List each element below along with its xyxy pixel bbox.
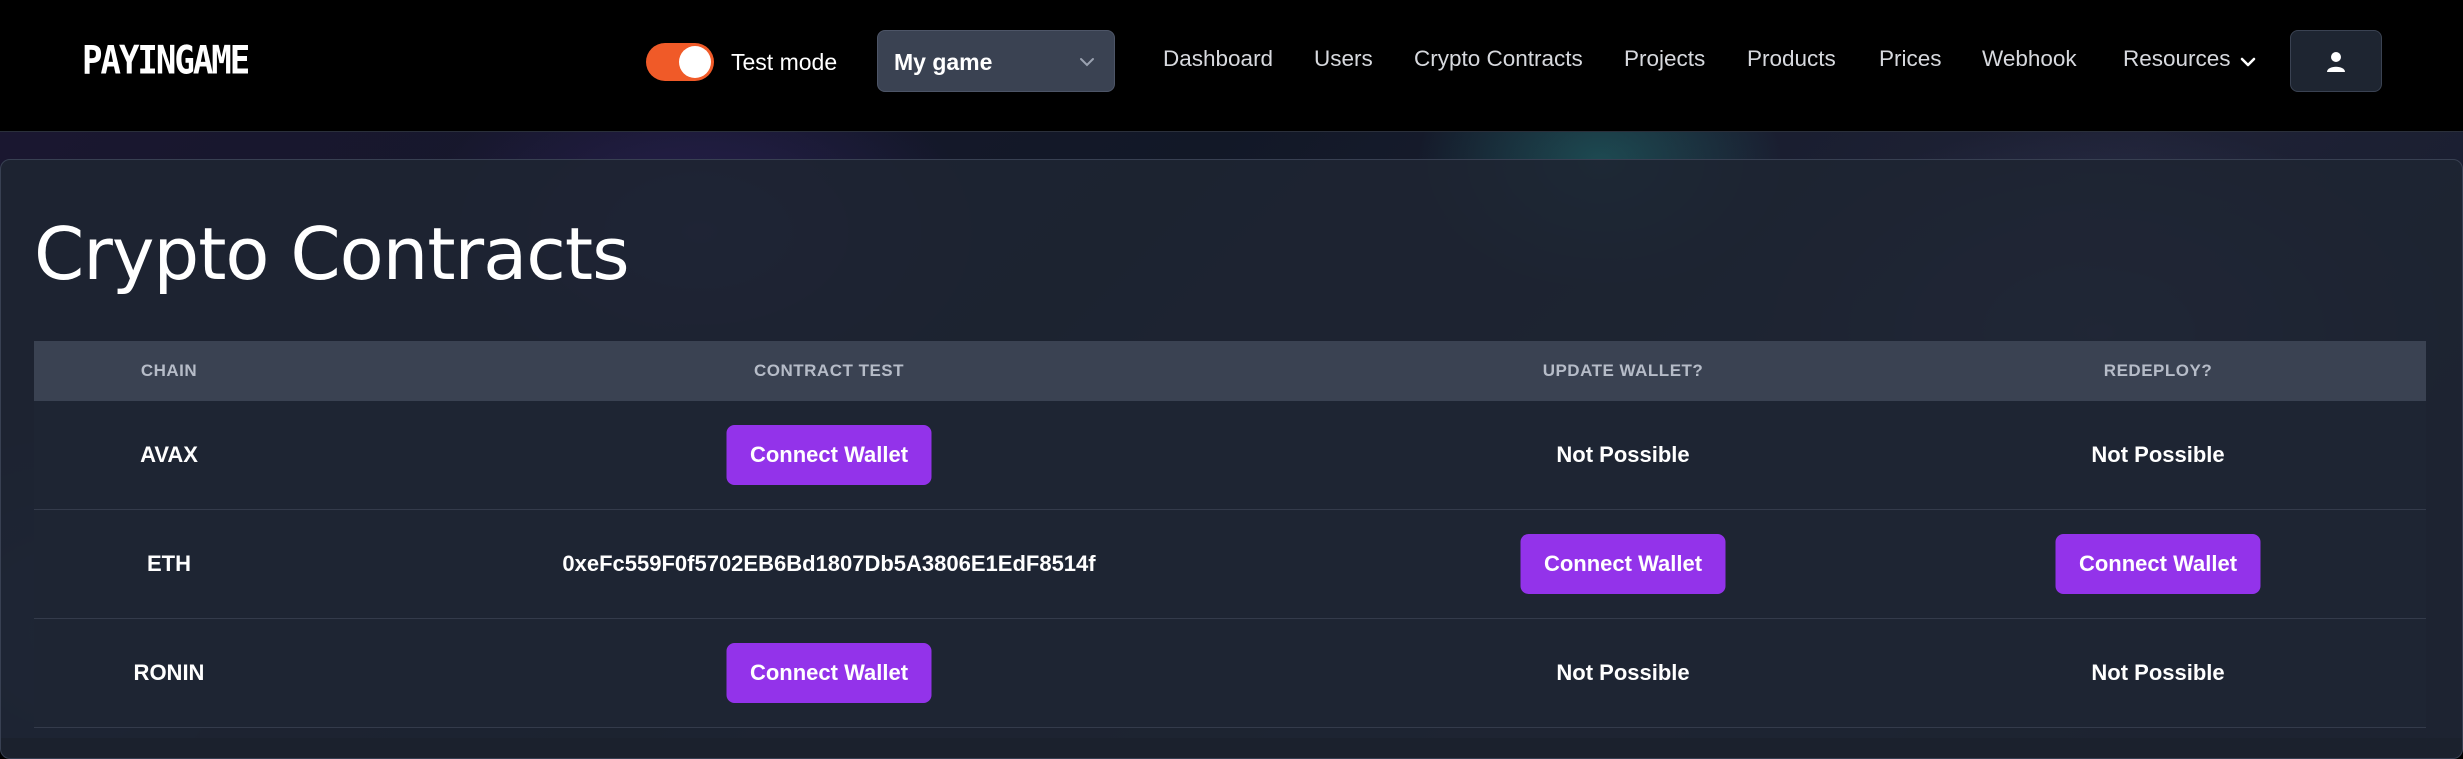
- logo[interactable]: PAYINGAME: [82, 37, 250, 85]
- column-header-chain: CHAIN: [140, 361, 198, 380]
- chain-cell: RONIN: [133, 660, 205, 685]
- table-row: AVAX Connect Wallet Not Possible Not Pos…: [34, 401, 2426, 510]
- table-header: CHAIN CONTRACT TEST UPDATE WALLET? REDEP…: [34, 341, 2426, 401]
- test-mode-label: Test mode: [731, 49, 838, 75]
- test-mode-toggle[interactable]: [646, 43, 714, 81]
- chevron-down-icon: [1080, 58, 1094, 67]
- nav-products[interactable]: Products: [1747, 46, 1836, 72]
- redeploy-status: Not Possible: [2091, 660, 2225, 685]
- nav-prices[interactable]: Prices: [1879, 46, 1942, 72]
- table-row: RONIN Connect Wallet Not Possible Not Po…: [34, 619, 2426, 728]
- contract-address: 0xeFc559F0f5702EB6Bd1807Db5A3806E1EdF851…: [562, 551, 1096, 576]
- connect-wallet-button[interactable]: Connect Wallet: [2055, 534, 2261, 594]
- table-row: ETH 0xeFc559F0f5702EB6Bd1807Db5A3806E1Ed…: [34, 510, 2426, 619]
- chevron-down-icon[interactable]: [2238, 52, 2258, 72]
- column-header-update-wallet: UPDATE WALLET?: [1542, 361, 1704, 380]
- nav-dashboard[interactable]: Dashboard: [1163, 46, 1273, 72]
- game-select[interactable]: My game: [877, 30, 1115, 92]
- nav-users[interactable]: Users: [1314, 46, 1373, 72]
- connect-wallet-button[interactable]: Connect Wallet: [1520, 534, 1726, 594]
- user-icon: [2327, 52, 2345, 72]
- toggle-knob: [679, 46, 711, 78]
- top-navbar: PAYINGAME Test mode My game Dashboard Us…: [0, 0, 2463, 132]
- column-header-contract-test: CONTRACT TEST: [753, 361, 905, 380]
- nav-projects[interactable]: Projects: [1624, 46, 1705, 72]
- redeploy-status: Not Possible: [2091, 442, 2225, 467]
- connect-wallet-button[interactable]: Connect Wallet: [726, 425, 932, 485]
- update-wallet-status: Not Possible: [1556, 660, 1690, 685]
- connect-wallet-button[interactable]: Connect Wallet: [726, 643, 932, 703]
- nav-crypto-contracts[interactable]: Crypto Contracts: [1414, 46, 1583, 72]
- contracts-table: CHAIN CONTRACT TEST UPDATE WALLET? REDEP…: [34, 341, 2426, 728]
- nav-resources[interactable]: Resources: [2123, 46, 2231, 72]
- page-title: Crypto Contracts: [34, 212, 630, 296]
- chain-cell: ETH: [147, 551, 191, 576]
- column-header-redeploy: REDEPLOY?: [2103, 361, 2213, 380]
- chain-cell: AVAX: [140, 442, 198, 467]
- update-wallet-status: Not Possible: [1556, 442, 1690, 467]
- user-menu-button[interactable]: [2290, 30, 2382, 92]
- game-select-value: My game: [894, 49, 993, 75]
- nav-webhook[interactable]: Webhook: [1982, 46, 2077, 72]
